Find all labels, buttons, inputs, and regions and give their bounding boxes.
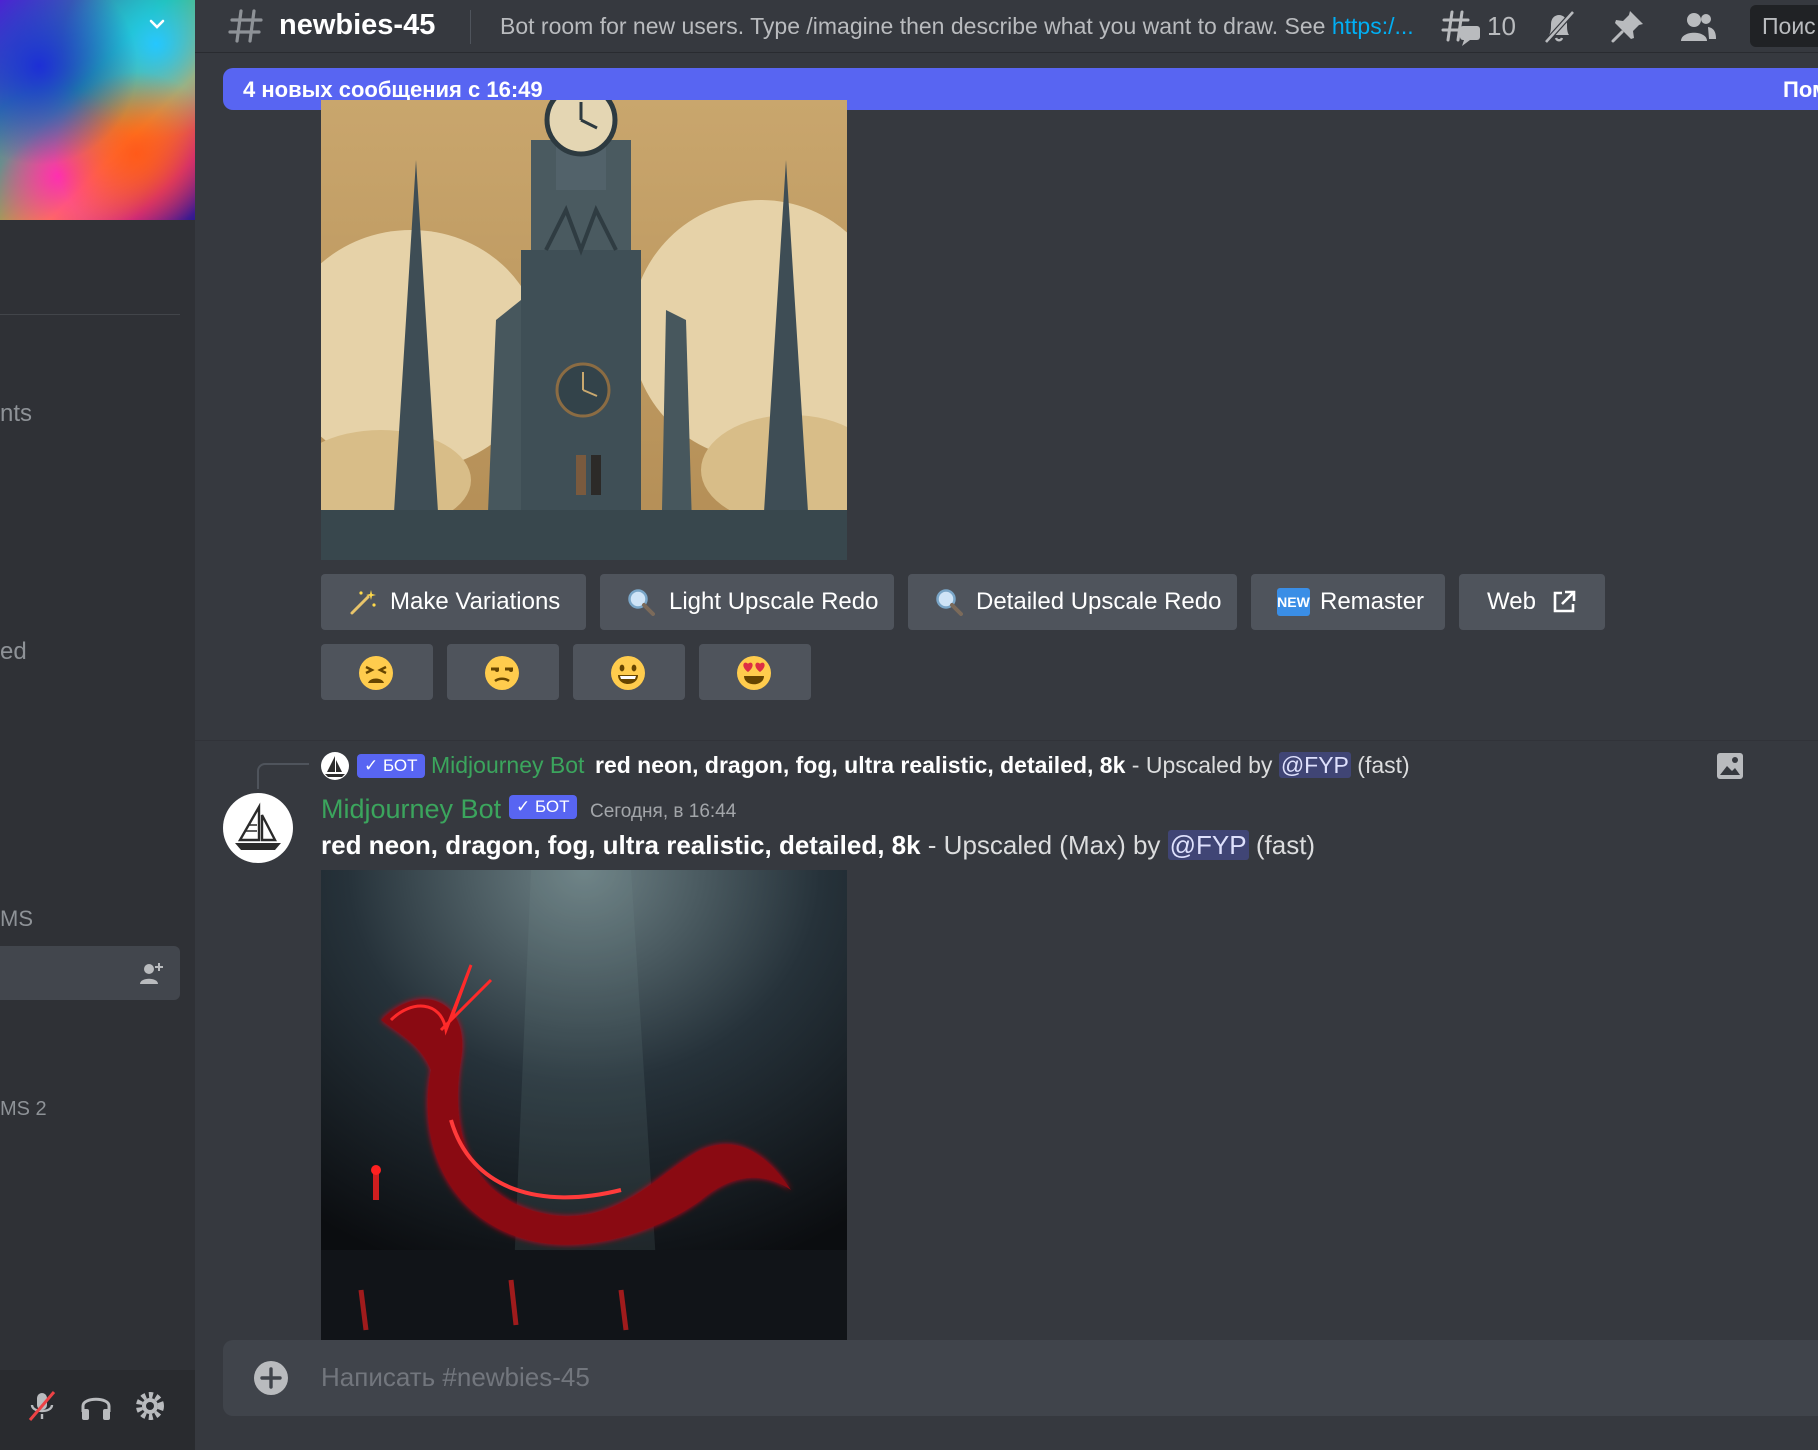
grinning-face-icon xyxy=(611,656,645,690)
sidebar-item-active[interactable] xyxy=(0,946,180,1000)
headphones-icon[interactable] xyxy=(78,1388,114,1424)
sailboat-icon xyxy=(235,802,281,850)
sailboat-icon xyxy=(325,756,345,777)
topic-link[interactable]: https:/... xyxy=(1332,13,1414,39)
reply-mention[interactable]: @FYP xyxy=(1278,752,1351,778)
message-prompt: red neon, dragon, fog, ultra realistic, … xyxy=(321,830,921,860)
reaction-heart-eyes-button[interactable] xyxy=(699,644,811,700)
reply-author[interactable]: Midjourney Bot xyxy=(431,752,584,779)
magnifier-icon xyxy=(628,589,655,616)
heart-eyes-face-icon xyxy=(737,656,771,690)
magic-wand-icon xyxy=(350,590,376,615)
sidebar-category-fragment-2[interactable]: MS 2 xyxy=(0,1098,47,1121)
reaction-unamused-button[interactable] xyxy=(447,644,559,700)
sidebar-item-fragment-2[interactable]: ed xyxy=(0,638,27,666)
clock-tower-artwork xyxy=(321,100,847,560)
attachment-image-clock-tower[interactable] xyxy=(321,100,847,560)
message-input[interactable]: Написать #newbies-45 xyxy=(321,1362,590,1393)
message-author[interactable]: Midjourney Bot xyxy=(321,794,501,825)
avatar[interactable] xyxy=(223,793,293,863)
threads-icon[interactable] xyxy=(1440,8,1484,48)
message-timestamp[interactable]: Сегодня, в 16:44 xyxy=(590,801,736,823)
header-divider xyxy=(470,10,471,44)
add-user-icon[interactable] xyxy=(138,960,166,988)
message-composer[interactable]: Написать #newbies-45 xyxy=(223,1340,1818,1416)
new-badge-icon: NEW xyxy=(1277,588,1310,616)
message-bot-tag: ✓ БОТ xyxy=(509,795,577,819)
topic-text: Bot room for new users. Type /imagine th… xyxy=(500,13,1332,39)
gear-icon[interactable] xyxy=(132,1388,168,1424)
mic-muted-icon[interactable] xyxy=(24,1388,60,1424)
channel-header: newbies-45 Bot room for new users. Type … xyxy=(195,0,1818,52)
external-link-icon xyxy=(1553,590,1576,613)
magnifier-icon xyxy=(936,589,963,616)
make-variations-button[interactable]: Make Variations xyxy=(321,574,586,630)
add-attachment-icon[interactable] xyxy=(253,1360,289,1396)
threads-count: 10 xyxy=(1487,11,1516,41)
channel-hash-icon xyxy=(228,9,263,43)
remaster-label: Remaster xyxy=(1320,588,1425,615)
members-icon[interactable] xyxy=(1678,8,1718,46)
reply-avatar[interactable] xyxy=(321,752,349,780)
reaction-tired-button[interactable] xyxy=(321,644,433,700)
user-panel xyxy=(0,1370,195,1450)
chevron-down-icon[interactable] xyxy=(147,14,167,34)
detailed-upscale-redo-label: Detailed Upscale Redo xyxy=(976,588,1222,615)
message-mention[interactable]: @FYP xyxy=(1167,830,1249,860)
reply-prompt: red neon, dragon, fog, ultra realistic, … xyxy=(595,752,1126,778)
light-upscale-redo-button[interactable]: Light Upscale Redo xyxy=(600,574,894,630)
notification-muted-icon[interactable] xyxy=(1540,8,1578,46)
mark-as-read-button[interactable]: Пом xyxy=(1783,77,1818,103)
web-button[interactable]: Web xyxy=(1459,574,1605,630)
reply-content[interactable]: red neon, dragon, fog, ultra realistic, … xyxy=(595,752,1410,779)
pin-icon[interactable] xyxy=(1610,8,1646,44)
attachment-image-red-dragon[interactable] xyxy=(321,870,847,1340)
message-separator xyxy=(195,740,1818,741)
server-banner[interactable] xyxy=(0,0,195,220)
sidebar-divider xyxy=(0,314,180,315)
reply-middle: - Upscaled by xyxy=(1125,752,1279,778)
message-speed: (fast) xyxy=(1248,830,1316,860)
image-attachment-icon xyxy=(1717,753,1743,779)
detailed-upscale-redo-button[interactable]: Detailed Upscale Redo xyxy=(908,574,1237,630)
remaster-button[interactable]: NEW Remaster xyxy=(1251,574,1445,630)
message-content: red neon, dragon, fog, ultra realistic, … xyxy=(321,830,1315,861)
reaction-grinning-button[interactable] xyxy=(573,644,685,700)
sidebar-item-fragment-1[interactable]: nts xyxy=(0,400,32,428)
channel-name: newbies-45 xyxy=(279,9,436,41)
light-upscale-redo-label: Light Upscale Redo xyxy=(669,588,879,615)
sidebar-category-fragment[interactable]: MS xyxy=(0,906,33,932)
message-middle: - Upscaled (Max) by xyxy=(920,830,1168,860)
red-dragon-artwork xyxy=(321,870,847,1340)
reply-speed: (fast) xyxy=(1350,752,1410,778)
make-variations-label: Make Variations xyxy=(390,588,561,615)
unamused-face-icon xyxy=(485,656,519,690)
reply-bot-tag: ✓ БОТ xyxy=(357,754,425,778)
search-input[interactable]: Поис xyxy=(1750,5,1818,47)
tired-face-icon xyxy=(359,656,393,690)
web-label: Web xyxy=(1487,588,1536,615)
channel-sidebar: nts ed MS MS 2 xyxy=(0,0,195,1450)
reply-spine xyxy=(257,763,309,789)
